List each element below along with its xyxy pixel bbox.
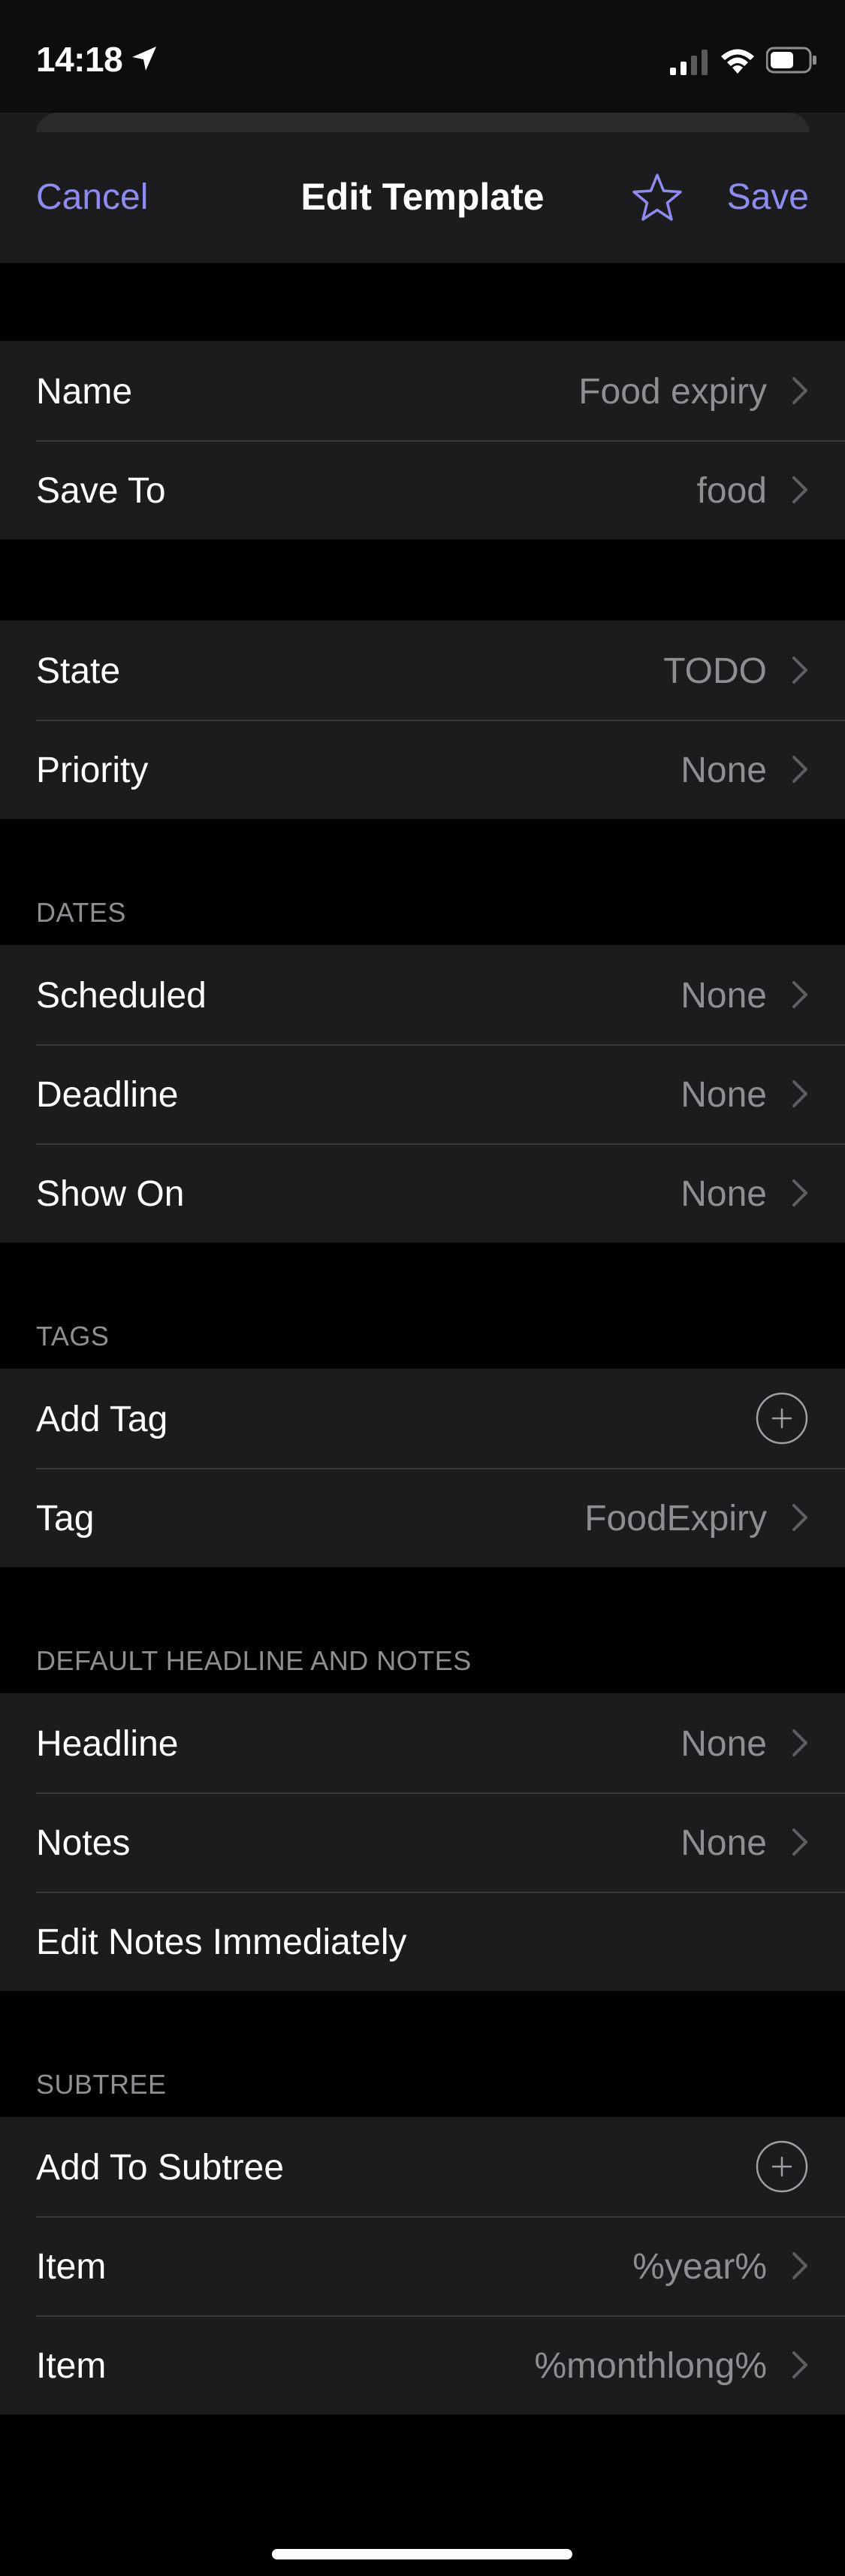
- row-value: None: [681, 976, 767, 1016]
- edit-notes-immediately-row[interactable]: Edit Notes Immediately: [0, 1892, 845, 1991]
- chevron-right-icon: [792, 1829, 807, 1856]
- chevron-right-icon: [792, 2351, 807, 2378]
- tags-section: Add Tag Tag FoodExpiry: [0, 1369, 845, 1567]
- scheduled-row[interactable]: Scheduled None: [0, 945, 845, 1044]
- chevron-right-icon: [792, 1080, 807, 1107]
- chevron-right-icon: [792, 2252, 807, 2279]
- location-arrow-icon: [132, 47, 156, 71]
- tag-row[interactable]: Tag FoodExpiry: [0, 1468, 845, 1567]
- notes-row[interactable]: Notes None: [0, 1792, 845, 1892]
- priority-row[interactable]: Priority None: [0, 720, 845, 819]
- chevron-right-icon: [792, 377, 807, 404]
- row-label: Item: [36, 2247, 107, 2287]
- wifi-icon: [721, 49, 754, 74]
- subtree-section: Add To Subtree Item %year% Item %monthlo…: [0, 2117, 845, 2414]
- chevron-right-icon: [792, 1179, 807, 1206]
- section-header-dates: DATES: [36, 897, 126, 928]
- row-label: Show On: [36, 1174, 185, 1214]
- row-value: FoodExpiry: [584, 1499, 767, 1539]
- row-label: State: [36, 651, 121, 691]
- state-row[interactable]: State TODO: [0, 621, 845, 720]
- row-value: %monthlong%: [534, 2346, 767, 2386]
- row-value: None: [681, 750, 767, 790]
- show-on-row[interactable]: Show On None: [0, 1143, 845, 1243]
- dates-section: Scheduled None Deadline None Show On Non…: [0, 945, 845, 1243]
- chevron-right-icon: [792, 1729, 807, 1756]
- section-header-headline-notes: DEFAULT HEADLINE AND NOTES: [36, 1645, 472, 1676]
- status-bar: 14:18: [0, 0, 845, 113]
- row-label: Add To Subtree: [36, 2148, 285, 2188]
- section-header-tags: TAGS: [36, 1321, 110, 1351]
- row-label: Notes: [36, 1823, 131, 1863]
- row-value: None: [681, 1174, 767, 1214]
- row-value: TODO: [663, 651, 767, 691]
- row-label: Item: [36, 2346, 107, 2386]
- chevron-right-icon: [792, 1504, 807, 1531]
- add-tag-row[interactable]: Add Tag: [0, 1369, 845, 1468]
- page-title: Edit Template: [300, 176, 545, 218]
- name-row[interactable]: Name Food expiry: [0, 341, 845, 440]
- row-value: food: [696, 471, 767, 511]
- row-value: %year%: [632, 2247, 767, 2287]
- row-label: Edit Notes Immediately: [36, 1922, 407, 1962]
- deadline-row[interactable]: Deadline None: [0, 1044, 845, 1143]
- state-section: State TODO Priority None: [0, 621, 845, 819]
- cellular-signal-icon: [670, 50, 708, 75]
- row-label: Scheduled: [36, 976, 207, 1016]
- subtree-item-row[interactable]: Item %year%: [0, 2216, 845, 2315]
- row-label: Add Tag: [36, 1400, 168, 1439]
- chevron-right-icon: [792, 657, 807, 684]
- status-time: 14:18: [36, 40, 123, 79]
- row-value: None: [681, 1823, 767, 1863]
- chevron-right-icon: [792, 981, 807, 1008]
- save-to-row[interactable]: Save To food: [0, 440, 845, 539]
- star-icon[interactable]: [631, 171, 684, 224]
- subtree-item-row[interactable]: Item %monthlong%: [0, 2315, 845, 2414]
- chevron-right-icon: [792, 756, 807, 783]
- row-label: Headline: [36, 1724, 179, 1764]
- general-section: Name Food expiry Save To food: [0, 341, 845, 539]
- add-to-subtree-row[interactable]: Add To Subtree: [0, 2117, 845, 2216]
- add-circle-icon[interactable]: [755, 2140, 809, 2194]
- headline-row[interactable]: Headline None: [0, 1693, 845, 1792]
- section-header-subtree: SUBTREE: [36, 2069, 167, 2100]
- row-value: None: [681, 1724, 767, 1764]
- row-value: Food expiry: [578, 372, 767, 412]
- home-indicator: [272, 2549, 572, 2559]
- save-button[interactable]: Save: [727, 177, 809, 218]
- row-label: Deadline: [36, 1075, 179, 1115]
- row-label: Save To: [36, 471, 166, 511]
- row-value: None: [681, 1075, 767, 1115]
- add-circle-icon[interactable]: [755, 1391, 809, 1445]
- row-label: Name: [36, 372, 133, 412]
- battery-icon: [766, 47, 816, 74]
- row-label: Tag: [36, 1499, 95, 1539]
- row-label: Priority: [36, 750, 149, 790]
- headline-notes-section: Headline None Notes None Edit Notes Imme…: [0, 1693, 845, 1991]
- chevron-right-icon: [792, 476, 807, 503]
